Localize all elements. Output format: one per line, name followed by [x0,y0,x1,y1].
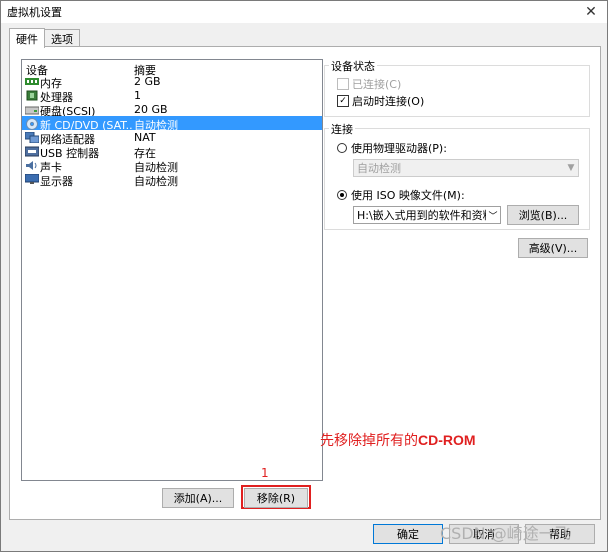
physical-drive-label: 使用物理驱动器(P): [351,142,447,155]
device-row-usb-controller[interactable]: USB 控制器 存在 [22,144,322,160]
add-button[interactable]: 添加(A)... [162,488,234,508]
checkmark-icon: ✓ [337,95,349,107]
device-row-sound-card[interactable]: 声卡 自动检测 [22,158,322,174]
watermark: CSDN @崎途一飞 [440,524,571,543]
remove-button[interactable]: 移除(R) [244,488,308,508]
physical-drive-value: 自动检测 [357,162,401,175]
device-row-hard-disk[interactable]: 硬盘(SCSI) 20 GB [22,102,322,118]
physical-drive-radio[interactable]: 使用物理驱动器(P): [337,140,447,156]
device-row-display[interactable]: 显示器 自动检测 [22,172,322,188]
tab-strip: 硬件 选项 [9,28,80,48]
physical-drive-select[interactable]: 自动检测 ▼ [353,159,579,177]
iso-path-value: H:\嵌入式用到的软件和资料\ [357,209,486,222]
hard-disk-icon [25,104,39,115]
device-summary: NAT [134,131,156,144]
advanced-button[interactable]: 高级(V)... [518,238,588,258]
iso-path-combo[interactable]: H:\嵌入式用到的软件和资料\ ﹀ [353,206,501,224]
sound-card-icon [25,160,39,171]
network-adapter-icon [25,132,39,143]
device-name: 显示器 [40,175,73,188]
tab-options[interactable]: 选项 [44,29,80,47]
device-status-label: 设备状态 [329,58,377,74]
close-icon[interactable]: ✕ [581,2,601,22]
device-summary: 自动检测 [134,175,178,188]
checkbox-box [337,78,349,90]
connected-label: 已连接(C) [352,78,402,91]
vm-settings-window: 虚拟机设置 ✕ 硬件 选项 设备 摘要 内存 2 GB 处理器 1 硬盘(SCS… [0,0,608,552]
hardware-panel: 设备 摘要 内存 2 GB 处理器 1 硬盘(SCSI) 20 GB 新 CD/… [9,46,601,520]
iso-image-label: 使用 ISO 映像文件(M): [351,189,465,202]
annotation-instruction: 先移除掉所有的CD-ROM [320,430,476,450]
annotation-instruction-text: 先移除掉所有的 [320,433,418,449]
iso-image-radio[interactable]: 使用 ISO 映像文件(M): [337,187,465,203]
title-bar: 虚拟机设置 ✕ [1,1,607,23]
device-row-network-adapter[interactable]: 网络适配器 NAT [22,130,322,146]
chevron-down-icon: ▼ [567,163,575,173]
list-header: 设备 摘要 [22,60,322,77]
device-summary: 20 GB [134,103,168,116]
usb-controller-icon [25,146,39,157]
connection-label: 连接 [329,121,355,137]
processor-icon [25,90,39,101]
cd-dvd-icon [25,117,39,130]
device-row-memory[interactable]: 内存 2 GB [22,74,322,90]
device-status-group: 设备状态 已连接(C) ✓ 启动时连接(O) [324,58,590,117]
display-icon [25,174,39,185]
connection-group: 连接 使用物理驱动器(P): 自动检测 ▼ 使用 ISO 映像文件(M): H:… [324,121,590,230]
radio-button [337,143,347,153]
ok-button[interactable]: 确定 [373,524,443,544]
browse-button[interactable]: 浏览(B)... [507,205,579,225]
radio-button [337,190,347,200]
chevron-down-icon: ﹀ [488,211,498,222]
connect-at-power-on-label: 启动时连接(O) [352,95,425,108]
device-list[interactable]: 设备 摘要 内存 2 GB 处理器 1 硬盘(SCSI) 20 GB 新 CD/… [21,59,323,481]
connected-checkbox[interactable]: 已连接(C) [337,76,401,92]
window-title: 虚拟机设置 [7,6,62,19]
device-row-cd-dvd[interactable]: 新 CD/DVD (SAT... 自动检测 [22,116,322,132]
tab-hardware[interactable]: 硬件 [9,28,45,48]
device-row-processor[interactable]: 处理器 1 [22,88,322,104]
annotation-step-number: 1 [261,466,269,480]
connect-at-power-on-checkbox[interactable]: ✓ 启动时连接(O) [337,93,424,109]
device-summary: 1 [134,89,141,102]
memory-icon [25,76,39,87]
device-summary: 2 GB [134,75,161,88]
annotation-instruction-bold: CD-ROM [418,432,476,448]
